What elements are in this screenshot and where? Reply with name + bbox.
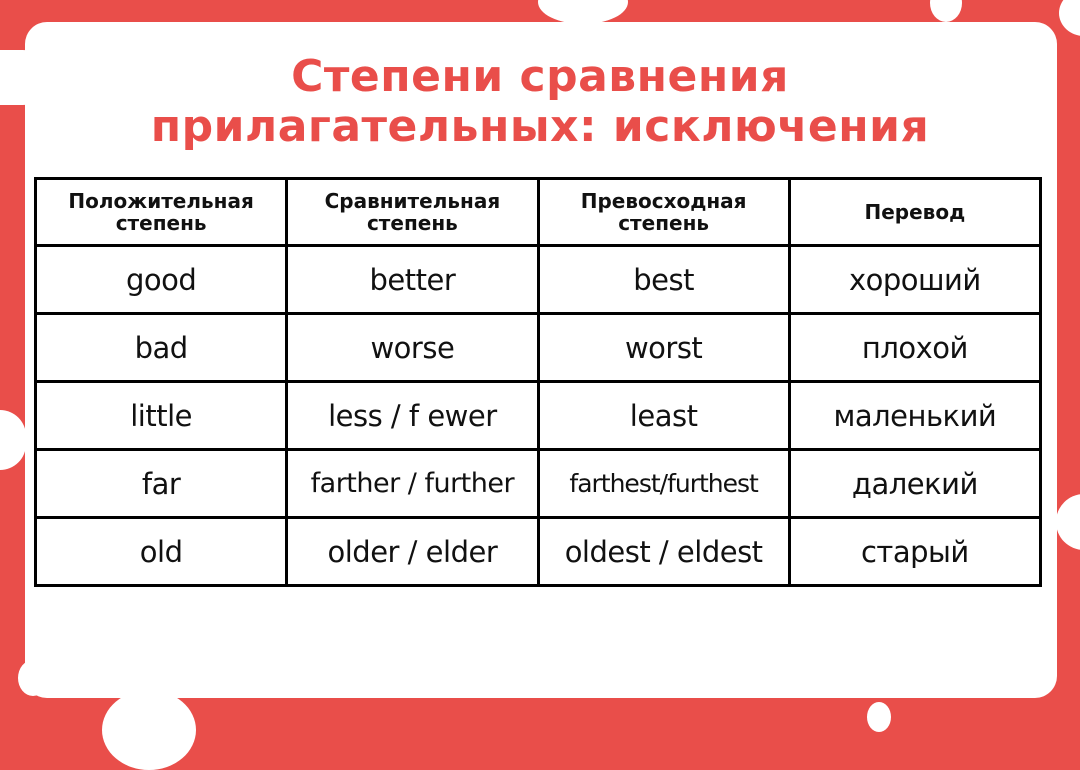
cell-positive: bad [33, 312, 289, 383]
decorative-dot [102, 690, 196, 770]
cell-superlative: best [536, 244, 791, 315]
table-row: little less / f ewer least маленький [33, 380, 1043, 451]
decorative-dot [930, 0, 962, 22]
decorative-dot [1056, 494, 1080, 550]
cell-comparative: better [285, 244, 540, 315]
title-line-1: Степени сравнения [291, 51, 789, 102]
decorative-dot [867, 702, 891, 732]
decorative-dot [538, 0, 628, 24]
table-row: far farther / further farthest/furthest … [33, 448, 1043, 519]
header-comparative: Сравнительная степень [285, 177, 540, 247]
cell-superlative: farthest/furthest [536, 448, 791, 519]
header-positive: Положительная степень [33, 177, 289, 247]
cell-translation: маленький [787, 380, 1043, 451]
cell-comparative: older / elder [285, 516, 540, 587]
table-row: good better best хороший [33, 244, 1043, 315]
cell-translation: далекий [787, 448, 1043, 519]
cell-comparative: farther / further [285, 448, 540, 519]
cell-superlative: oldest / eldest [536, 516, 791, 587]
cell-translation: плохой [787, 312, 1043, 383]
cell-superlative: least [536, 380, 791, 451]
header-row: Положительная степень Сравнительная степен… [33, 177, 1043, 247]
title-line-2: прилагательных: исключения [150, 101, 930, 152]
cell-translation: старый [787, 516, 1043, 587]
cell-positive: far [33, 448, 289, 519]
cell-comparative: less / f ewer [285, 380, 540, 451]
cell-positive: good [33, 244, 289, 315]
cell-positive: old [33, 516, 289, 587]
decorative-dot [1059, 0, 1080, 36]
page-title: Степени сравнения прилагательных: исключ… [0, 52, 1080, 152]
cell-superlative: worst [536, 312, 791, 383]
cell-positive: little [33, 380, 289, 451]
table-row: bad worse worst плохой [33, 312, 1043, 383]
table-row: old older / elder oldest / eldest старый [33, 516, 1043, 587]
comparison-table: Положительная степень Сравнительная степен… [33, 177, 1043, 587]
header-translation: Перевод [787, 177, 1043, 247]
header-superlative: Превосходная степень [536, 177, 791, 247]
cell-comparative: worse [285, 312, 540, 383]
decorative-dot [0, 410, 26, 470]
cell-translation: хороший [787, 244, 1043, 315]
decorative-dot [18, 660, 48, 696]
